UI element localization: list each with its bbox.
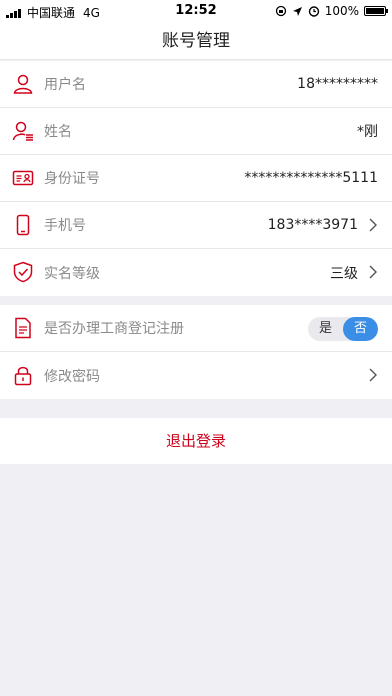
row-id-number: 身份证号 **************5111	[0, 155, 392, 202]
shield-check-icon	[13, 261, 33, 283]
alarm-icon	[308, 6, 319, 17]
status-bar: 中国联通 4G 12:52 100%	[0, 0, 392, 22]
name-value: *刚	[357, 124, 378, 140]
id-number-value: **************5111	[244, 170, 378, 186]
business-registration-label: 是否办理工商登记注册	[44, 321, 184, 337]
user-icon	[13, 74, 33, 94]
settings-group: 是否办理工商登记注册 是 否 修改密码	[0, 305, 392, 399]
phone-label: 手机号	[44, 218, 86, 234]
row-name: 姓名 *刚	[0, 108, 392, 155]
phone-icon	[16, 214, 30, 236]
logout-button[interactable]: 退出登录	[0, 418, 392, 464]
phone-value: 183****3971	[267, 217, 358, 233]
toggle-option-yes[interactable]: 是	[308, 317, 343, 341]
battery-percent: 100%	[324, 4, 359, 18]
business-registration-toggle[interactable]: 是 否	[308, 317, 378, 341]
document-icon	[15, 317, 31, 339]
battery-icon	[364, 6, 388, 16]
id-card-icon	[12, 170, 34, 186]
chevron-right-icon	[369, 218, 377, 232]
row-username: 用户名 18*********	[0, 61, 392, 108]
user-list-icon	[12, 121, 33, 141]
profile-group: 用户名 18********* 姓名 *刚 身份证号 *************…	[0, 61, 392, 296]
username-value: 18*********	[297, 76, 378, 92]
chevron-right-icon	[369, 368, 377, 382]
verification-level-value: 三级	[330, 265, 358, 282]
change-password-label: 修改密码	[44, 368, 100, 385]
nav-bar: 账号管理	[0, 22, 392, 60]
page-title: 账号管理	[162, 31, 230, 51]
toggle-option-no[interactable]: 否	[343, 317, 378, 341]
row-change-password[interactable]: 修改密码	[0, 352, 392, 399]
id-number-label: 身份证号	[44, 171, 100, 187]
name-label: 姓名	[44, 124, 72, 140]
verification-level-label: 实名等级	[44, 265, 100, 282]
chevron-right-icon	[369, 265, 377, 279]
rotation-lock-icon	[275, 5, 286, 17]
row-phone[interactable]: 手机号 183****3971	[0, 202, 392, 249]
location-icon	[292, 6, 302, 16]
username-label: 用户名	[44, 77, 86, 93]
lock-icon	[14, 366, 32, 386]
row-verification-level[interactable]: 实名等级 三级	[0, 249, 392, 296]
row-business-registration: 是否办理工商登记注册 是 否	[0, 305, 392, 352]
